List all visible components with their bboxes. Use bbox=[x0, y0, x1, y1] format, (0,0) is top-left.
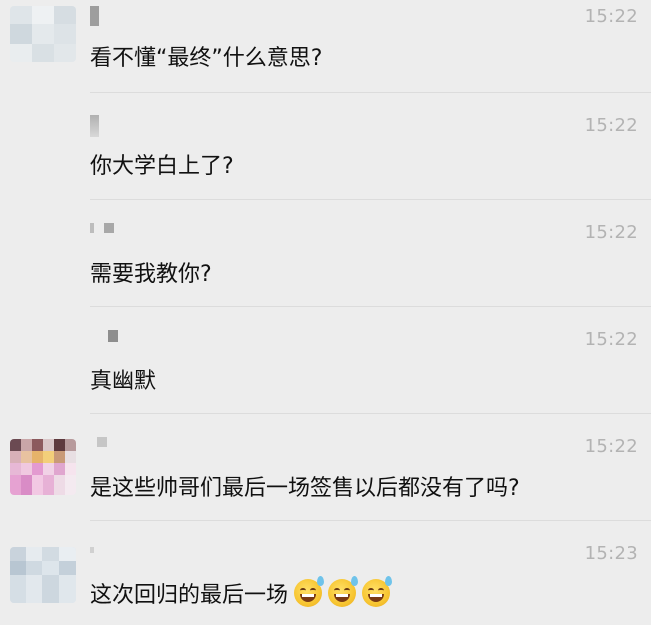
timestamp: 15:22 bbox=[584, 6, 638, 27]
sweat-smile-icon bbox=[294, 576, 325, 607]
avatar-mosaic bbox=[10, 547, 76, 603]
comment-item: 15:22 真幽默 bbox=[0, 307, 651, 414]
avatar[interactable] bbox=[10, 547, 76, 603]
comment-item: 15:23 这次回归的最后一场 bbox=[0, 521, 651, 625]
comment-item: 15:22 是这些帅哥们最后一场签售以后都没有了吗? bbox=[0, 414, 651, 521]
avatar[interactable] bbox=[10, 439, 76, 495]
timestamp: 15:22 bbox=[584, 222, 638, 243]
comment-feed: 15:22 看不懂“最终”什么意思? 15:22 你大学白上了? 15:22 需… bbox=[0, 0, 651, 625]
username-redacted bbox=[90, 6, 99, 26]
message-text: 真幽默 bbox=[90, 369, 157, 394]
comment-item: 15:22 你大学白上了? bbox=[0, 93, 651, 200]
message-text: 需要我教你? bbox=[90, 262, 212, 287]
timestamp: 15:23 bbox=[584, 543, 638, 564]
message-text-body: 这次回归的最后一场 bbox=[90, 583, 289, 608]
username-redacted bbox=[90, 547, 94, 553]
timestamp: 15:22 bbox=[584, 329, 638, 350]
sweat-smile-icon bbox=[328, 576, 359, 607]
message-text: 你大学白上了? bbox=[90, 154, 234, 179]
avatar[interactable] bbox=[10, 6, 76, 62]
username-redacted bbox=[90, 223, 114, 233]
message-text: 这次回归的最后一场 bbox=[90, 576, 393, 609]
avatar-mosaic bbox=[10, 6, 76, 62]
timestamp: 15:22 bbox=[584, 436, 638, 457]
username-redacted bbox=[90, 115, 99, 137]
username-redacted bbox=[90, 437, 107, 447]
message-text: 看不懂“最终”什么意思? bbox=[90, 46, 323, 71]
comment-item: 15:22 看不懂“最终”什么意思? bbox=[0, 0, 651, 93]
sweat-smile-icon bbox=[362, 576, 393, 607]
comment-item: 15:22 需要我教你? bbox=[0, 200, 651, 307]
avatar-mosaic bbox=[10, 439, 76, 495]
timestamp: 15:22 bbox=[584, 115, 638, 136]
message-text: 是这些帅哥们最后一场签售以后都没有了吗? bbox=[90, 476, 520, 501]
username-redacted bbox=[90, 330, 118, 342]
